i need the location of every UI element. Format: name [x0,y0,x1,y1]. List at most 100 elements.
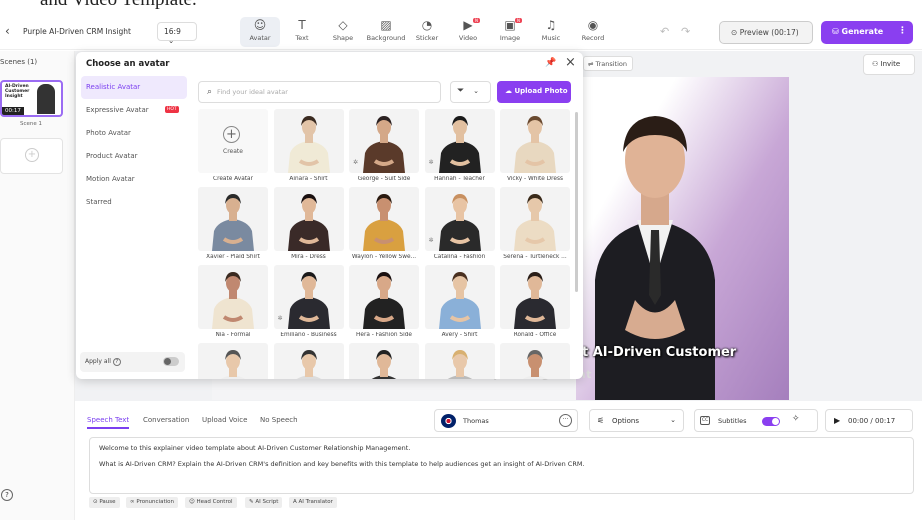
redo-icon[interactable]: ↷ [681,25,690,38]
avatar-card[interactable]: Hera - Fashion Side [349,265,419,340]
avatar-name: Ainara - Shirt [289,176,328,182]
undo-icon[interactable]: ↶ [660,25,669,38]
ai-script-chip[interactable]: ✎ AI Script [245,497,283,508]
add-scene-button[interactable]: + [0,138,63,174]
search-icon: ⌕ [207,87,213,97]
category-expressive[interactable]: Expressive Avatar HOT [81,99,187,122]
avatar-name: Xavier - Plaid Shirt [206,254,260,260]
avatar-figure [371,350,397,379]
options-dropdown[interactable]: ⚟ Options ⌄ [589,409,684,432]
tab-no-speech[interactable]: No Speech [260,416,298,424]
invite-button[interactable]: ⚇ Invite [863,54,915,75]
uk-flag-icon [441,414,456,428]
tool-video[interactable]: ▶ N Video [448,17,488,47]
close-icon[interactable]: × [565,55,576,70]
back-arrow-icon[interactable]: ‹ [5,24,10,38]
avatar-card[interactable] [424,343,495,379]
hot-badge: HOT [165,106,179,113]
avatar-card[interactable]: Nia - Formal [198,265,268,340]
options-label: Options [612,417,640,425]
avatar-card[interactable]: Vicky - White Dress [500,109,570,184]
avatar-card[interactable]: Waylon - Yellow Swe... [349,187,419,262]
pause-chip[interactable]: ⊙ Pause [89,497,120,508]
avatar-thumbnail [198,187,268,251]
script-textarea[interactable]: Welcome to this explainer video template… [89,437,914,494]
tool-avatar[interactable]: ☺ Avatar [240,17,280,47]
avatar-card[interactable] [349,343,419,379]
tool-shape[interactable]: ◇ Shape [323,17,363,47]
generate-button[interactable]: ⛁ Generate ⋮ [821,21,913,44]
head-control-chip[interactable]: ☺ Head Control [185,497,237,508]
tab-conversation[interactable]: Conversation [143,416,189,424]
help-icon[interactable]: ? [1,489,13,501]
category-product[interactable]: Product Avatar [81,145,187,168]
avatar-card[interactable] [273,343,344,379]
tool-text[interactable]: T Text [282,17,322,47]
apply-all-toggle[interactable] [163,357,179,366]
tool-label: Video [458,34,478,42]
transition-button[interactable]: ⇌ Transition [583,56,633,71]
tool-image[interactable]: ▣ N Image [490,17,530,47]
avatar-figure [363,194,405,251]
avatar-card[interactable]: Serena - Turtleneck ... [500,187,570,262]
avatar-card[interactable]: ✲ Emiliano - Business [273,265,344,340]
avatar-card[interactable]: ✲ George - Suit Side [349,109,419,184]
avatar-card[interactable]: ✲ Catalina - Fashion [424,187,495,262]
category-motion[interactable]: Motion Avatar [81,168,187,191]
avatar-card[interactable]: Ainara - Shirt [273,109,344,184]
category-photo[interactable]: Photo Avatar [81,122,187,145]
record-icon: ◉ [587,18,599,32]
upload-photo-button[interactable]: ☁ Upload Photo [497,81,571,103]
generate-icon: ⛁ [832,27,839,36]
create-avatar-card[interactable]: + Create Create Avatar [198,109,268,184]
ai-translator-chip[interactable]: A AI Translator [289,497,337,508]
more-icon[interactable]: ··· [559,414,572,427]
avatar-thumbnail [273,187,344,251]
project-name[interactable]: Purple AI-Driven CRM Insight [23,27,131,36]
avatar-card[interactable] [198,343,268,379]
thumb-presenter [37,84,55,114]
music-icon: ♫ [545,18,557,32]
filter-button[interactable]: ⏷ ⌄ [450,81,491,103]
text-icon: T [298,18,306,32]
info-icon[interactable]: ? [112,358,121,366]
avatar-search-input[interactable]: ⌕ Find your ideal avatar [198,81,441,103]
tool-label: Music [541,34,561,42]
tab-upload-voice[interactable]: Upload Voice [202,416,247,424]
voice-selector[interactable]: Thomas ··· [434,409,578,432]
tab-speech-text[interactable]: Speech Text [87,416,130,429]
play-button[interactable]: ▶ 00:00 / 00:17 [825,409,913,432]
chip-label: Pause [99,499,116,505]
avatar-icon: ☺ [253,18,267,32]
preview-button[interactable]: ⊙ Preview (00:17) [719,21,813,44]
pronunciation-chip[interactable]: ∞ Pronunciation [126,497,178,508]
tool-background[interactable]: ▨ Background [364,17,408,47]
avatar-card[interactable] [500,343,570,379]
avatar-card[interactable]: Xavier - Plaid Shirt [198,187,268,262]
sliders-icon: ⚟ [597,416,605,425]
tool-music[interactable]: ♫ Music [531,17,571,47]
sticker-icon: ◔ [421,18,433,32]
more-options-icon[interactable]: ⋮ [898,26,907,36]
tool-sticker[interactable]: ◔ Sticker [407,17,447,47]
avatar-card[interactable]: Avery - Shirt [424,265,495,340]
subtitle-style-icon[interactable]: ✧ [792,414,800,424]
category-realistic[interactable]: Realistic Avatar [81,76,187,99]
panel-scrollbar[interactable] [575,112,578,292]
upload-label: Upload Photo [514,87,568,95]
avatar-figure [438,194,481,251]
pin-icon[interactable]: 📌 [545,58,556,68]
avatar-card[interactable]: Ronald - Office [500,265,570,340]
avatar-card[interactable]: ✲ Hannah - Teacher [424,109,495,184]
avatar-card[interactable]: Mira - Dress [273,187,344,262]
tool-record[interactable]: ◉ Record [573,17,613,47]
subtitles-toggle[interactable] [762,417,780,426]
chip-label: AI Translator [298,499,333,505]
scene-thumbnail[interactable]: AI-Driven Customer Insight 00:17 [0,80,63,117]
play-circle-icon: ⊙ [731,28,738,37]
filter-icon: ⏷ [457,86,465,96]
category-starred[interactable]: Starred [81,191,187,214]
avatar-thumbnail [500,187,570,251]
aspect-ratio-select[interactable]: 16:9 ⌄ [157,22,197,45]
avatar-figure [522,350,548,379]
